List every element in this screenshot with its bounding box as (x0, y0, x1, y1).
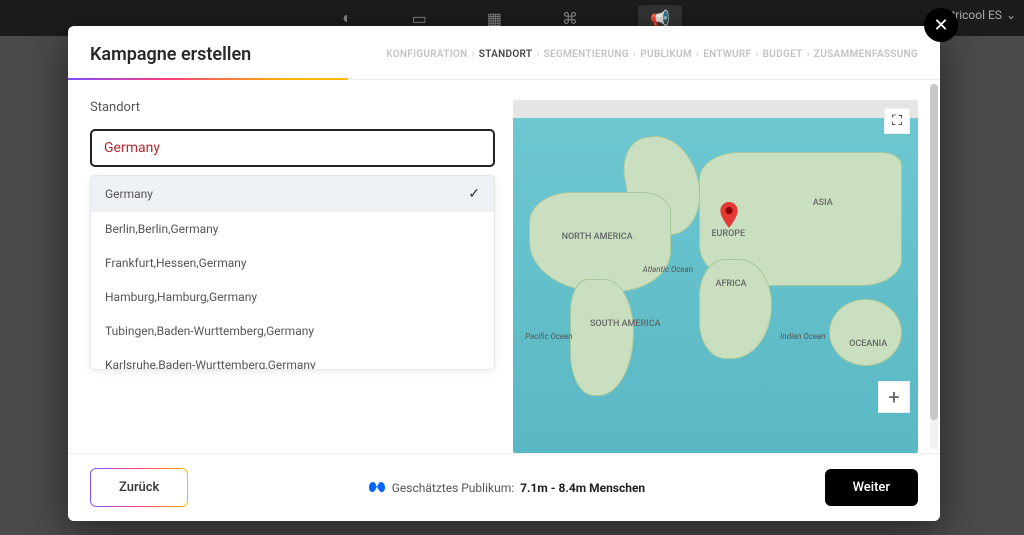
location-dropdown[interactable]: Germany ✓ Berlin,Berlin,Germany Frankfurt,H… (90, 175, 495, 370)
chevron-right-icon: › (807, 49, 810, 60)
chevron-right-icon: › (633, 49, 636, 60)
estimate-label: Geschätztes Publikum: (392, 481, 514, 495)
back-button[interactable]: Zurück (90, 468, 188, 507)
continent-label: AFRICA (716, 279, 747, 289)
chevron-right-icon: › (755, 49, 758, 60)
location-suggestion[interactable]: Hamburg,Hamburg,Germany (91, 280, 494, 314)
calendar-icon[interactable]: ▦ (487, 9, 502, 28)
wizard-step[interactable]: ZUSAMMENFASSUNG (814, 49, 918, 60)
check-icon: ✓ (468, 186, 480, 202)
close-button[interactable]: ✕ (924, 8, 958, 42)
suggestion-label: Berlin,Berlin,Germany (105, 222, 218, 236)
suggestion-label: Hamburg,Hamburg,Germany (105, 290, 257, 304)
estimate-range: 7.1m - 8.4m Menschen (520, 481, 645, 495)
chevron-right-icon: › (471, 49, 474, 60)
scrollbar[interactable] (930, 84, 938, 449)
ocean-label: Indian Ocean (780, 332, 825, 341)
chevron-right-icon: › (536, 49, 539, 60)
next-label: Weiter (853, 480, 890, 495)
ocean-label: Pacific Ocean (525, 332, 572, 341)
scrollbar-thumb[interactable] (930, 84, 938, 420)
fullscreen-button[interactable]: ⛶ (884, 108, 910, 134)
posts-icon[interactable]: ▭ (412, 9, 427, 28)
map-pin-icon (720, 202, 738, 228)
plus-icon: + (888, 385, 899, 409)
map-panel: NORTH AMERICA SOUTH AMERICA EUROPE AFRIC… (513, 100, 918, 453)
chevron-down-icon: ⌄ (1006, 8, 1016, 22)
close-icon: ✕ (933, 15, 948, 36)
continent-label: NORTH AMERICA (562, 232, 633, 242)
zoom-in-button[interactable]: + (878, 381, 910, 413)
link-icon[interactable]: ⌘ (562, 9, 578, 28)
suggestion-label: Frankfurt,Hessen,Germany (105, 256, 247, 270)
modal-title: Kampagne erstellen (90, 44, 251, 65)
location-suggestion[interactable]: Tubingen,Baden-Wurttemberg,Germany (91, 314, 494, 348)
meta-icon (368, 478, 386, 497)
location-suggestion[interactable]: Germany ✓ (91, 176, 494, 212)
location-suggestion[interactable]: Karlsruhe,Baden-Wurttemberg,Germany (91, 348, 494, 370)
chevron-right-icon: › (696, 49, 699, 60)
modal-header: Kampagne erstellen KONFIGURATION › STAND… (68, 26, 940, 80)
wizard-step[interactable]: PUBLIKUM (640, 49, 692, 60)
continent-label: EUROPE (711, 229, 745, 239)
location-input[interactable] (90, 129, 495, 167)
wizard-step[interactable]: SEGMENTIERUNG (544, 49, 629, 60)
modal-footer: Zurück Geschätztes Publikum: 7.1m - 8.4m… (68, 453, 940, 521)
continent-label: ASIA (813, 198, 833, 208)
continent-label: SOUTH AMERICA (590, 319, 661, 329)
ocean-label: Atlantic Ocean (643, 265, 693, 274)
wizard-step[interactable]: STANDORT (479, 49, 533, 60)
analytics-icon[interactable]: ◐ (342, 8, 352, 28)
audience-estimate: Geschätztes Publikum: 7.1m - 8.4m Mensch… (368, 478, 645, 497)
world-map[interactable]: NORTH AMERICA SOUTH AMERICA EUROPE AFRIC… (513, 100, 918, 453)
wizard-step[interactable]: KONFIGURATION (386, 49, 467, 60)
wizard-step[interactable]: ENTWURF (703, 49, 751, 60)
suggestion-label: Karlsruhe,Baden-Wurttemberg,Germany (105, 358, 316, 370)
modal-body: Standort Germany ✓ Berlin,Berlin,Germany Fr… (68, 80, 940, 453)
continent-label: OCEANIA (849, 339, 887, 349)
fullscreen-icon: ⛶ (892, 113, 902, 129)
wizard-steps: KONFIGURATION › STANDORT › SEGMENTIERUNG… (386, 49, 918, 60)
next-button[interactable]: Weiter (825, 469, 918, 506)
campaign-modal: Kampagne erstellen KONFIGURATION › STAND… (68, 26, 940, 521)
location-label: Standort (90, 100, 495, 115)
location-suggestion[interactable]: Berlin,Berlin,Germany (91, 212, 494, 246)
back-label: Zurück (119, 480, 159, 495)
suggestion-label: Tubingen,Baden-Wurttemberg,Germany (105, 324, 314, 338)
location-suggestion[interactable]: Frankfurt,Hessen,Germany (91, 246, 494, 280)
wizard-step[interactable]: BUDGET (763, 49, 803, 60)
suggestion-label: Germany (105, 187, 153, 201)
location-panel: Standort Germany ✓ Berlin,Berlin,Germany Fr… (90, 100, 495, 453)
